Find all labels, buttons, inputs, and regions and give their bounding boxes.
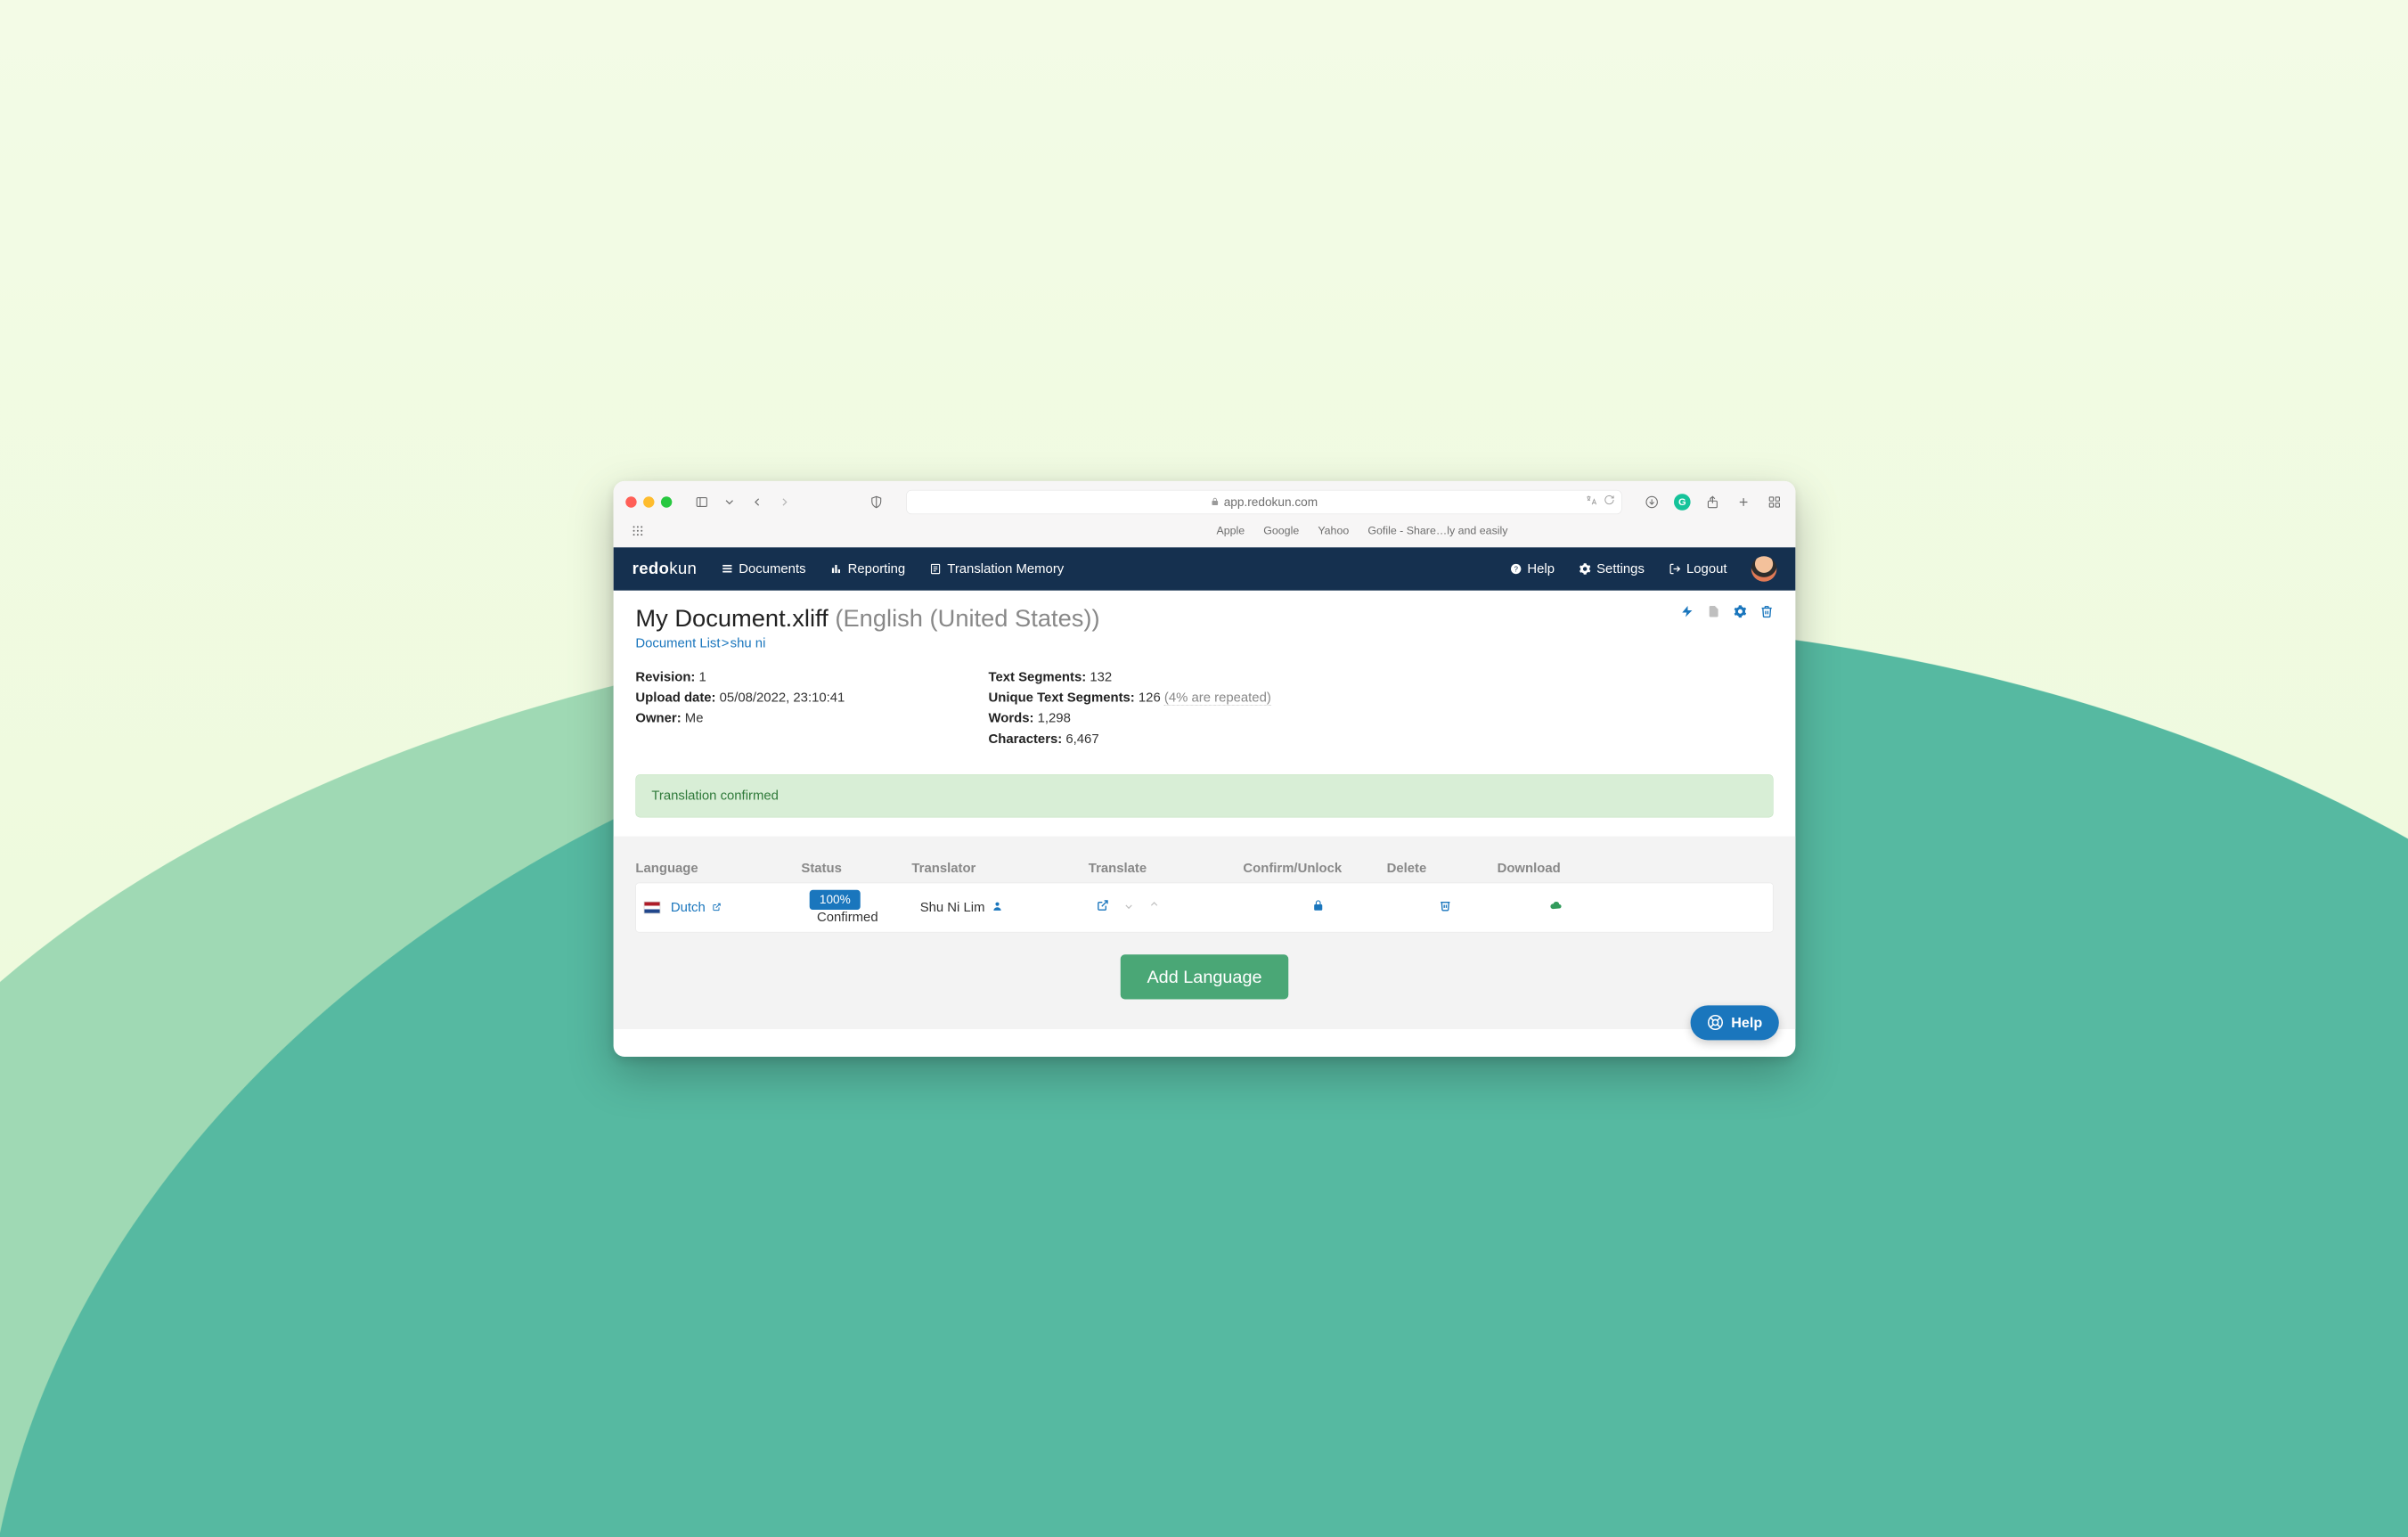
nav-translation-memory[interactable]: Translation Memory	[929, 560, 1064, 576]
forward-button[interactable]	[775, 493, 793, 511]
minimize-window-button[interactable]	[643, 496, 654, 507]
document-metadata: Revision: 1 Upload date: 05/08/2022, 23:…	[635, 666, 1773, 748]
open-translate-icon[interactable]	[1097, 900, 1109, 915]
col-confirm: Confirm/Unlock	[1243, 860, 1386, 875]
close-window-button[interactable]	[625, 496, 636, 507]
progress-badge: 100%	[809, 889, 860, 909]
address-bar[interactable]: app.redokun.com	[906, 489, 1622, 513]
nav-settings[interactable]: Settings	[1579, 560, 1645, 576]
arrow-down-icon[interactable]	[1122, 900, 1135, 915]
chars-value: 6,467	[1065, 731, 1098, 746]
brand-bold: redo	[632, 560, 669, 577]
col-language: Language	[635, 860, 801, 875]
tab-overview-icon[interactable]	[1765, 493, 1783, 511]
svg-text:?: ?	[1514, 565, 1518, 573]
status-text: Confirmed	[816, 910, 877, 925]
cell-translate	[1097, 899, 1252, 915]
breadcrumb-root[interactable]: Document List	[635, 635, 720, 650]
cell-delete	[1394, 899, 1505, 915]
upload-revision-icon[interactable]	[1707, 604, 1720, 621]
nav-help[interactable]: ? Help	[1509, 560, 1554, 576]
upload-date-value: 05/08/2022, 23:10:41	[719, 690, 845, 705]
cell-confirm	[1251, 899, 1394, 915]
col-status: Status	[801, 860, 911, 875]
document-actions	[1680, 604, 1773, 621]
share-icon[interactable]	[1703, 493, 1721, 511]
unique-segments-note: (4% are repeated)	[1163, 690, 1270, 705]
arrow-up-icon[interactable]	[1147, 900, 1160, 915]
browser-chrome: app.redokun.com G	[613, 481, 1795, 547]
breadcrumb: Document List>shu ni	[635, 635, 1773, 650]
language-name: Dutch	[670, 899, 705, 914]
flag-nl-icon	[643, 902, 660, 914]
languages-section: Language Status Translator Translate Con…	[613, 836, 1795, 1028]
table-header: Language Status Translator Translate Con…	[635, 860, 1773, 882]
col-download: Download	[1497, 860, 1607, 875]
back-button[interactable]	[747, 493, 765, 511]
maximize-window-button[interactable]	[660, 496, 671, 507]
apps-grid-icon[interactable]	[628, 521, 646, 539]
nav-documents[interactable]: Documents	[721, 560, 805, 576]
document-source-language: (English (United States))	[835, 604, 1099, 631]
help-fab[interactable]: Help	[1690, 1005, 1778, 1040]
banner-text: Translation confirmed	[651, 788, 779, 803]
text-segments-value: 132	[1090, 669, 1112, 684]
pretranslate-icon[interactable]	[1680, 604, 1694, 621]
user-avatar[interactable]	[1751, 556, 1776, 582]
chevron-down-icon[interactable]	[720, 493, 738, 511]
shield-icon[interactable]	[867, 493, 885, 511]
cell-language[interactable]: Dutch	[643, 899, 809, 914]
page-content: My Document.xliff (English (United State…	[613, 590, 1795, 1056]
success-banner: Translation confirmed	[635, 774, 1773, 817]
add-language-button[interactable]: Add Language	[1120, 954, 1288, 999]
cell-status: 100% Confirmed	[809, 889, 919, 925]
col-translate: Translate	[1088, 860, 1243, 875]
grammarly-icon[interactable]: G	[1674, 494, 1691, 511]
bookmark-gofile[interactable]: Gofile - Share…ly and easily	[1367, 524, 1507, 536]
owner-value: Me	[684, 710, 703, 725]
download-language-icon[interactable]	[1549, 900, 1562, 915]
translator-name: Shu Ni Lim	[919, 899, 984, 914]
bookmark-apple[interactable]: Apple	[1216, 524, 1245, 536]
revision-value: 1	[698, 669, 706, 684]
lock-icon	[1210, 495, 1219, 509]
brand-logo[interactable]: redokun	[632, 560, 696, 578]
lock-status-icon[interactable]	[1311, 900, 1324, 915]
brand-light: kun	[669, 560, 697, 577]
document-title: My Document.xliff	[635, 604, 828, 631]
nav-logout[interactable]: Logout	[1669, 560, 1726, 576]
bookmark-google[interactable]: Google	[1263, 524, 1299, 536]
traffic-lights	[625, 496, 672, 507]
document-settings-icon[interactable]	[1733, 604, 1746, 621]
col-translator: Translator	[911, 860, 1088, 875]
bookmarks-bar: Apple Google Yahoo Gofile - Share…ly and…	[625, 514, 1784, 547]
external-link-icon	[712, 902, 721, 912]
cell-translator: Shu Ni Lim	[919, 899, 1096, 914]
browser-window: app.redokun.com G	[613, 481, 1795, 1057]
breadcrumb-current[interactable]: shu ni	[730, 635, 765, 650]
nav-reporting[interactable]: Reporting	[829, 560, 904, 576]
person-icon	[992, 899, 1002, 914]
reload-icon[interactable]	[1604, 494, 1614, 509]
delete-language-icon[interactable]	[1439, 900, 1451, 915]
bookmark-yahoo[interactable]: Yahoo	[1318, 524, 1349, 536]
words-value: 1,298	[1037, 710, 1070, 725]
app-navbar: redokun Documents Reporting Translation …	[613, 547, 1795, 590]
cell-download	[1505, 899, 1615, 915]
col-delete: Delete	[1386, 860, 1497, 875]
translate-page-icon[interactable]	[1585, 494, 1597, 509]
downloads-icon[interactable]	[1643, 493, 1661, 511]
sidebar-toggle-icon[interactable]	[692, 493, 710, 511]
delete-document-icon[interactable]	[1759, 604, 1773, 621]
table-row: Dutch 100% Confirmed Shu Ni Lim	[635, 882, 1773, 932]
new-tab-icon[interactable]	[1735, 493, 1752, 511]
unique-segments-value: 126	[1138, 690, 1160, 705]
help-fab-label: Help	[1731, 1014, 1762, 1031]
url-text: app.redokun.com	[1223, 495, 1317, 509]
